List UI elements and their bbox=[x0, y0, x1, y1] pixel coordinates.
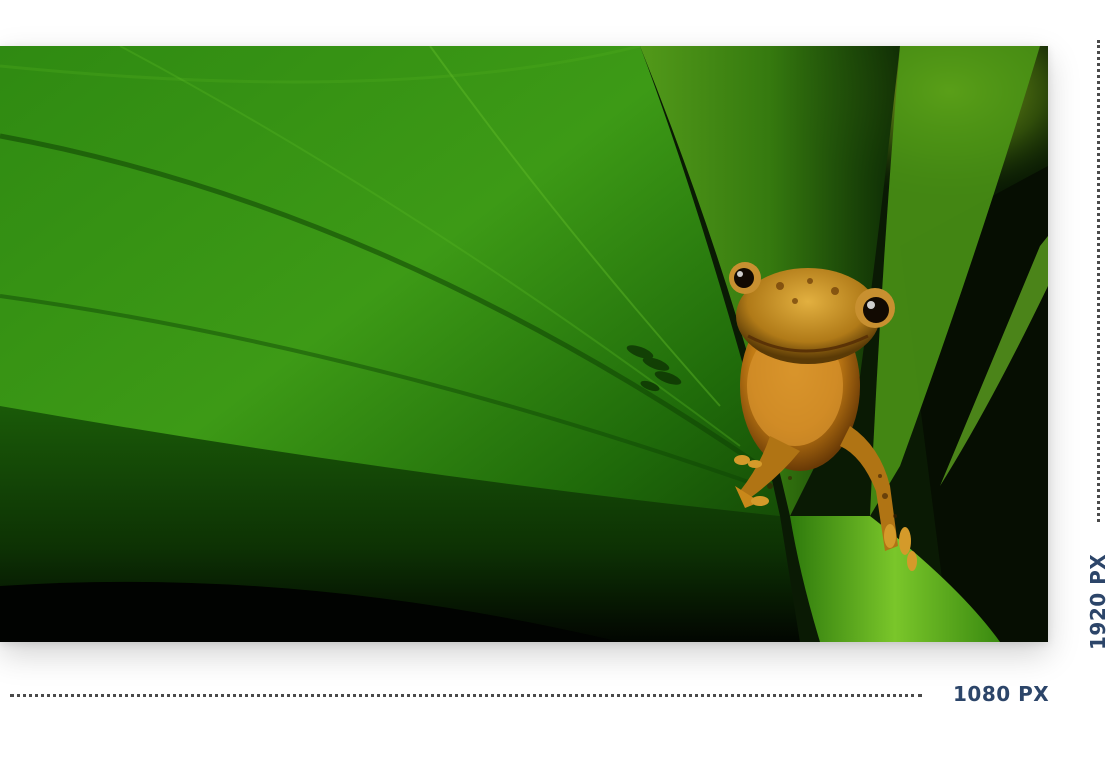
frog-photo-illustration bbox=[0, 46, 1048, 642]
width-dotted-line bbox=[10, 694, 922, 697]
canvas: 1920 PX 1080 PX bbox=[0, 0, 1113, 768]
height-dotted-line bbox=[1097, 40, 1100, 522]
photo bbox=[0, 46, 1048, 642]
width-label: 1080 PX bbox=[953, 682, 1050, 706]
height-dimension: 1920 PX bbox=[1086, 40, 1110, 650]
width-dimension: 1080 PX bbox=[0, 676, 1060, 716]
height-label: 1920 PX bbox=[1086, 553, 1110, 650]
